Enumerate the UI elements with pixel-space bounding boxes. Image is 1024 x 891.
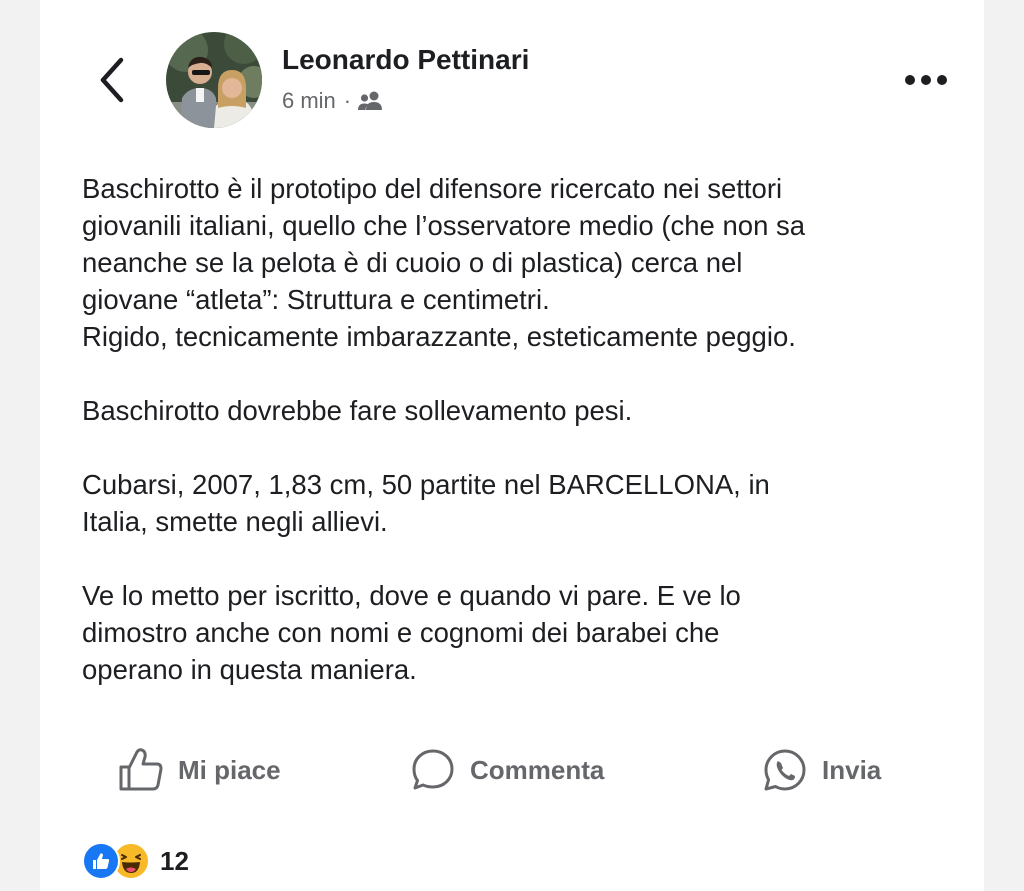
profile-photo <box>166 32 262 128</box>
comment-label: Commenta <box>470 754 605 785</box>
post-paragraph: Cubarsi, 2007, 1,83 cm, 50 partite nel B… <box>82 466 962 540</box>
meta-separator: · <box>343 88 352 113</box>
text-line: Baschirotto è il prototipo del difensore… <box>82 173 783 204</box>
like-reaction-icon <box>82 842 120 880</box>
text-line: giovane “atleta”: Struttura e centimetri… <box>82 284 550 315</box>
send-button[interactable]: Invia <box>762 740 881 800</box>
like-label: Mi piace <box>178 754 281 785</box>
post-paragraph: Baschirotto dovrebbe fare sollevamento p… <box>82 392 962 429</box>
thumbs-up-icon <box>119 748 163 791</box>
reactions-summary[interactable]: 12 <box>82 842 189 880</box>
chevron-left-icon <box>100 57 124 103</box>
text-line: Ve lo metto per iscritto, dove e quando … <box>82 580 741 611</box>
post-time[interactable]: 6 min <box>282 88 336 114</box>
comment-icon <box>412 749 454 790</box>
reaction-count: 12 <box>160 845 189 876</box>
whatsapp-icon <box>764 749 806 791</box>
avatar[interactable] <box>166 32 262 128</box>
like-button[interactable]: Mi piace <box>118 740 281 800</box>
more-options-button[interactable] <box>898 62 954 98</box>
text-line: Baschirotto dovrebbe fare sollevamento p… <box>82 395 633 426</box>
text-line: dimostro anche con nomi e cognomi dei ba… <box>82 617 720 648</box>
action-bar: Mi piace Commenta Invia <box>40 740 984 800</box>
post-paragraph: Baschirotto è il prototipo del difensore… <box>82 170 962 355</box>
friends-icon <box>358 91 383 110</box>
text-line: Cubarsi, 2007, 1,83 cm, 50 partite nel B… <box>82 469 770 500</box>
back-button[interactable] <box>92 52 132 108</box>
send-label: Invia <box>822 754 882 785</box>
more-horizontal-icon <box>905 75 947 85</box>
text-line: giovanili italiani, quello che l’osserva… <box>82 210 806 241</box>
post-card: Leonardo Pettinari 6 min · Baschirotto è… <box>40 0 984 891</box>
post-meta: 6 min · <box>282 88 383 114</box>
post-text: Baschirotto è il prototipo del difensore… <box>82 170 962 725</box>
text-line: neanche se la pelota è di cuoio o di pla… <box>82 247 743 278</box>
text-line: operano in questa maniera. <box>82 654 417 685</box>
post-paragraph: Ve lo metto per iscritto, dove e quando … <box>82 577 962 688</box>
comment-button[interactable]: Commenta <box>410 740 604 800</box>
author-name[interactable]: Leonardo Pettinari <box>282 44 529 76</box>
text-line: Italia, smette negli allievi. <box>82 506 388 537</box>
text-line: Rigido, tecnicamente imbarazzante, estet… <box>82 321 796 352</box>
